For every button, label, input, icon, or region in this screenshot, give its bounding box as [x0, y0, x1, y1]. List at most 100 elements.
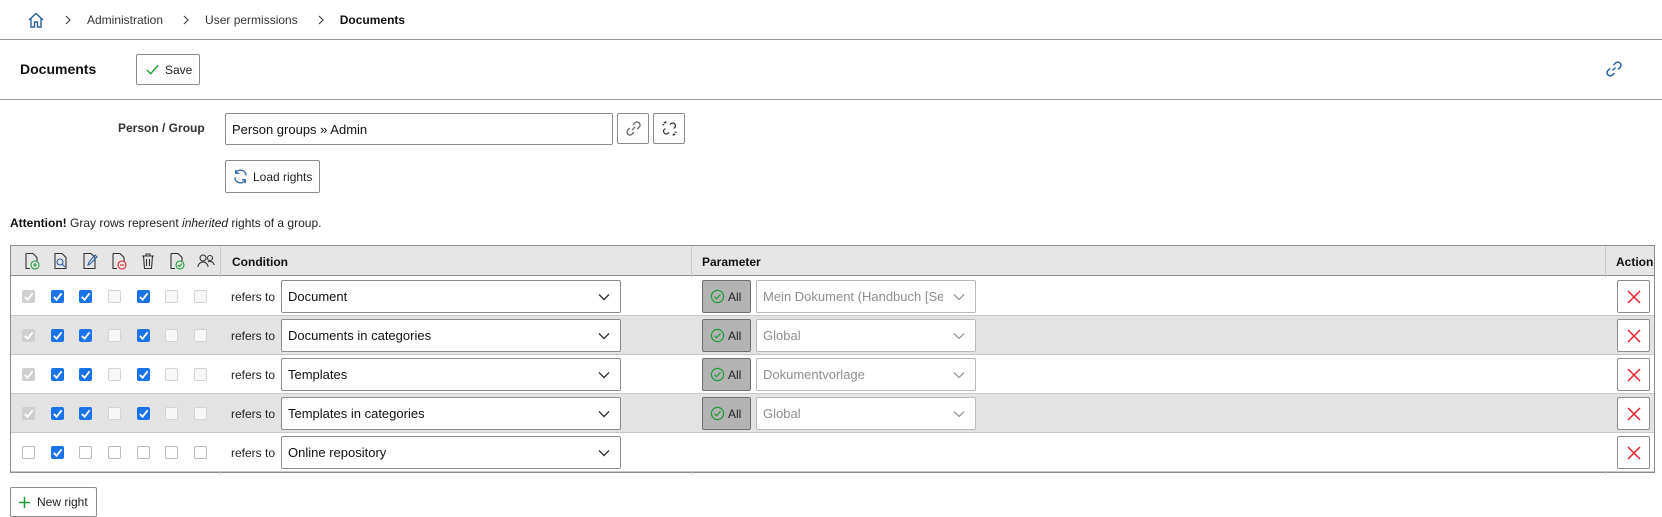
permission-checkbox[interactable]: [108, 368, 121, 381]
link-person-button[interactable]: [617, 113, 649, 144]
permission-checkbox[interactable]: [22, 290, 35, 303]
all-toggle-button[interactable]: All: [702, 319, 751, 352]
permission-checkbox[interactable]: [165, 290, 178, 303]
permission-checkbox[interactable]: [194, 290, 207, 303]
breadcrumb-user-permissions[interactable]: User permissions: [205, 13, 298, 27]
all-toggle-button[interactable]: All: [702, 397, 751, 430]
table-row: refers to Online repository: [11, 433, 1654, 472]
permission-checkbox[interactable]: [51, 290, 64, 303]
refers-to-label: refers to: [231, 329, 276, 343]
parameter-select[interactable]: Global: [756, 397, 976, 430]
all-label: All: [728, 406, 742, 421]
chevron-right-icon: [181, 15, 191, 25]
attention-note: Attention! Gray rows represent inherited…: [10, 216, 321, 230]
permission-checkbox[interactable]: [79, 329, 92, 342]
delete-row-button[interactable]: [1617, 436, 1650, 469]
breadcrumb-administration[interactable]: Administration: [87, 13, 163, 27]
permission-checkbox[interactable]: [194, 368, 207, 381]
check-circle-icon: [710, 328, 725, 343]
breadcrumb: Administration User permissions Document…: [0, 0, 1662, 40]
table-header: Condition Parameter Action: [11, 246, 1654, 276]
check-icon: [146, 64, 159, 75]
permission-checkbox[interactable]: [165, 368, 178, 381]
permission-checkbox[interactable]: [22, 329, 35, 342]
approve-icon: [162, 252, 191, 270]
load-rights-button[interactable]: Load rights: [225, 160, 320, 193]
load-rights-label: Load rights: [253, 169, 313, 184]
attention-bold: Attention!: [10, 216, 67, 230]
attention-italic: inherited: [182, 216, 229, 230]
close-icon: [1626, 406, 1641, 421]
all-label: All: [728, 367, 742, 382]
permission-checkbox[interactable]: [51, 446, 64, 459]
create-icon: [17, 252, 46, 270]
condition-value: Templates: [288, 367, 348, 382]
home-icon[interactable]: [27, 11, 45, 29]
condition-select[interactable]: Documents in categories: [281, 319, 621, 352]
attention-text-before: Gray rows represent: [66, 216, 183, 230]
permission-checkbox[interactable]: [51, 329, 64, 342]
save-button[interactable]: Save: [136, 54, 200, 85]
link-icon[interactable]: [1605, 60, 1623, 78]
permission-checkbox[interactable]: [108, 329, 121, 342]
plus-icon: [18, 496, 31, 508]
permission-checkbox[interactable]: [79, 446, 92, 459]
permission-checkbox[interactable]: [79, 290, 92, 303]
close-icon: [1626, 328, 1641, 343]
condition-select[interactable]: Templates: [281, 358, 621, 391]
permission-checkbox[interactable]: [79, 368, 92, 381]
delete-row-button[interactable]: [1617, 319, 1650, 352]
parameter-value: Global: [763, 328, 801, 343]
table-row: refers to Documents in categories All Globa…: [11, 316, 1654, 355]
permission-checkbox[interactable]: [22, 446, 35, 459]
save-label: Save: [165, 62, 193, 77]
unlink-person-button[interactable]: [653, 113, 685, 144]
permission-checkbox[interactable]: [108, 407, 121, 420]
parameter-select[interactable]: Dokumentvorlage: [756, 358, 976, 391]
refers-to-label: refers to: [231, 407, 276, 421]
condition-select[interactable]: Online repository: [281, 436, 621, 469]
condition-value: Online repository: [288, 445, 387, 460]
supervisor-icon: [191, 252, 220, 270]
condition-select[interactable]: Document: [281, 280, 621, 313]
permission-checkbox[interactable]: [51, 407, 64, 420]
page-title: Documents: [20, 61, 97, 77]
permission-checkbox[interactable]: [165, 446, 178, 459]
permission-checkbox[interactable]: [108, 290, 121, 303]
person-group-field[interactable]: [225, 113, 613, 145]
view-icon: [46, 252, 75, 270]
permission-checkbox[interactable]: [22, 368, 35, 381]
check-circle-icon: [710, 367, 725, 382]
permission-checkbox[interactable]: [137, 446, 150, 459]
edit-icon: [75, 252, 104, 270]
new-right-button[interactable]: New right: [10, 487, 97, 517]
breadcrumb-current: Documents: [339, 12, 406, 27]
delete-row-button[interactable]: [1617, 397, 1650, 430]
all-toggle-button[interactable]: All: [702, 280, 751, 313]
permission-checkbox[interactable]: [22, 407, 35, 420]
delete-row-button[interactable]: [1617, 358, 1650, 391]
unlink-icon: [661, 121, 677, 136]
delete-row-button[interactable]: [1617, 280, 1650, 313]
permission-checkbox[interactable]: [165, 407, 178, 420]
chevron-right-icon: [63, 15, 73, 25]
permission-checkbox[interactable]: [137, 329, 150, 342]
permission-checkbox[interactable]: [137, 290, 150, 303]
permission-checkbox[interactable]: [108, 446, 121, 459]
attention-text-after: rights of a group.: [228, 216, 322, 230]
permission-checkbox[interactable]: [194, 407, 207, 420]
condition-select[interactable]: Templates in categories: [281, 397, 621, 430]
parameter-select[interactable]: Mein Dokument (Handbuch [Ser: [756, 280, 976, 313]
permission-checkbox[interactable]: [51, 368, 64, 381]
permission-checkbox[interactable]: [194, 446, 207, 459]
refers-to-label: refers to: [231, 290, 276, 304]
check-circle-icon: [710, 406, 725, 421]
all-toggle-button[interactable]: All: [702, 358, 751, 391]
condition-value: Templates in categories: [288, 406, 425, 421]
permission-checkbox[interactable]: [194, 329, 207, 342]
parameter-select[interactable]: Global: [756, 319, 976, 352]
permission-checkbox[interactable]: [165, 329, 178, 342]
permission-checkbox[interactable]: [137, 368, 150, 381]
permission-checkbox[interactable]: [79, 407, 92, 420]
permission-checkbox[interactable]: [137, 407, 150, 420]
